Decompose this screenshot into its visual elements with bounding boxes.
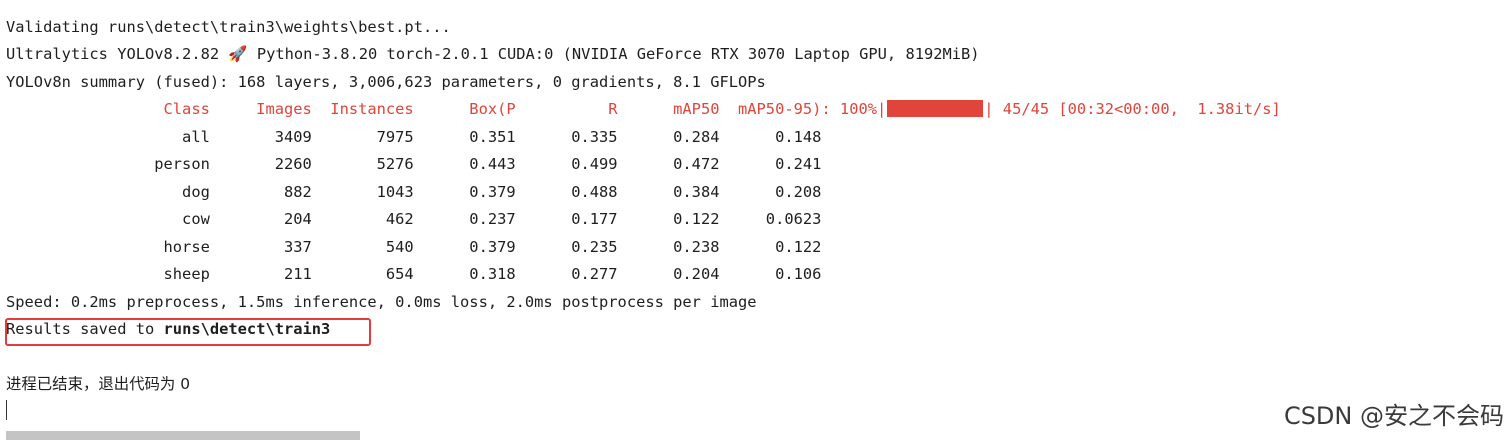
progress-tail: | 45/45 [00:32<00:00, 1.38it/s]	[984, 100, 1281, 118]
metrics-row-horse: horse 337 540 0.379 0.235 0.238 0.122	[6, 238, 822, 256]
process-exit-line: 进程已结束，退出代码为 0	[6, 375, 190, 393]
env-prefix: Ultralytics YOLOv8.2.82	[6, 45, 229, 63]
metrics-row-sheep: sheep 211 654 0.318 0.277 0.204 0.106	[6, 265, 822, 283]
model-summary-line: YOLOv8n summary (fused): 168 layers, 3,0…	[6, 73, 766, 91]
validating-line: Validating runs\detect\train3\weights\be…	[6, 18, 451, 36]
environment-line: Ultralytics YOLOv8.2.82 🚀 Python-3.8.20 …	[6, 44, 980, 64]
metrics-row-cow: cow 204 462 0.237 0.177 0.122 0.0623	[6, 210, 822, 228]
rocket-icon: 🚀	[228, 45, 248, 63]
progress-bar	[887, 100, 984, 117]
metrics-header-columns: Class Images Instances Box(P R mAP50 mAP…	[6, 100, 887, 118]
env-rest: Python-3.8.20 torch-2.0.1 CUDA:0 (NVIDIA…	[247, 45, 980, 63]
metrics-row-all: all 3409 7975 0.351 0.335 0.284 0.148	[6, 128, 822, 146]
metrics-header-line: Class Images Instances Box(P R mAP50 mAP…	[6, 99, 1281, 119]
csdn-watermark: CSDN @安之不会码	[1283, 402, 1504, 430]
metrics-row-dog: dog 882 1043 0.379 0.488 0.384 0.208	[6, 183, 822, 201]
speed-line: Speed: 0.2ms preprocess, 1.5ms inference…	[6, 293, 757, 311]
metrics-row-person: person 2260 5276 0.443 0.499 0.472 0.241	[6, 155, 822, 173]
highlight-annotation-box	[5, 318, 371, 346]
text-cursor	[6, 400, 7, 420]
horizontal-scrollbar[interactable]	[6, 431, 360, 440]
